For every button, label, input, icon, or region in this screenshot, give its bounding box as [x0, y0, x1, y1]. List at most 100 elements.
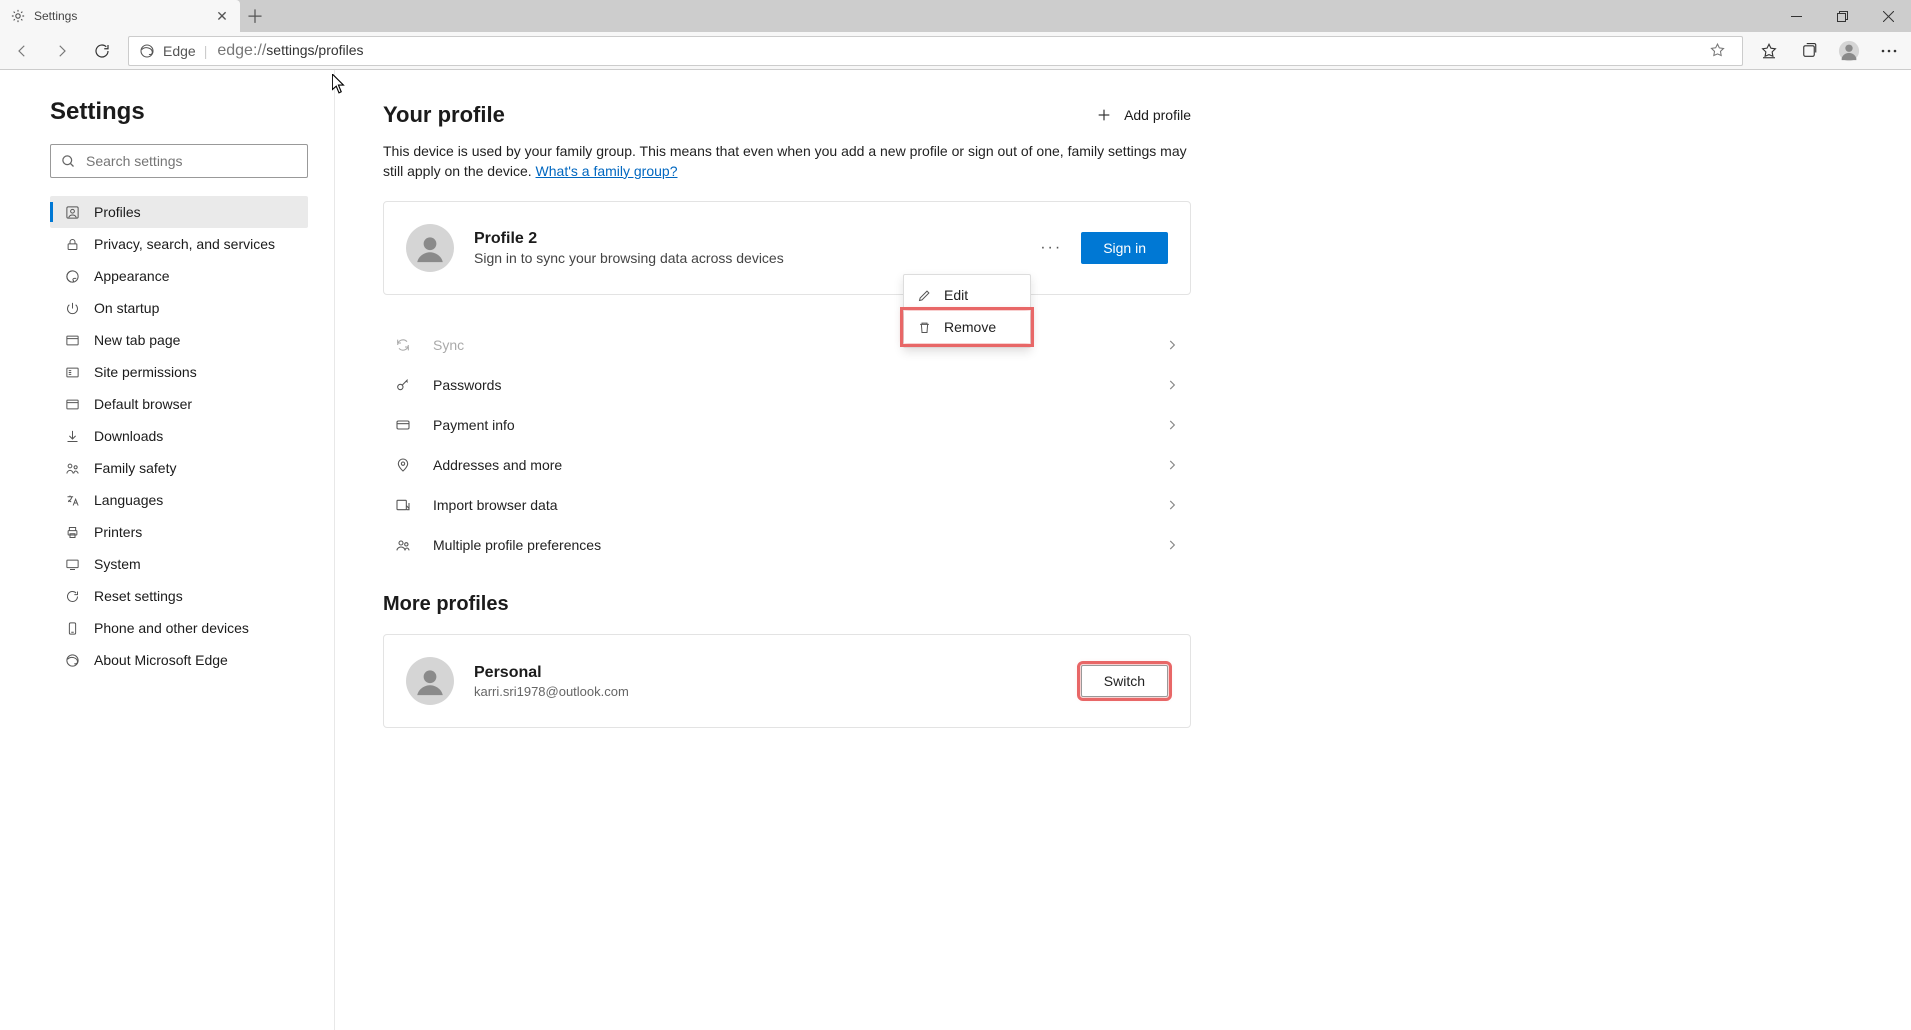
maximize-button[interactable]	[1819, 0, 1865, 32]
sidebar-item-reset[interactable]: Reset settings	[50, 580, 308, 612]
sidebar-item-family[interactable]: Family safety	[50, 452, 308, 484]
sidebar-item-label: Profiles	[94, 204, 141, 220]
family-icon	[64, 460, 80, 476]
settings-search-box[interactable]	[50, 144, 308, 178]
avatar	[406, 224, 454, 272]
sidebar-item-label: New tab page	[94, 332, 180, 348]
sidebar-item-label: Appearance	[94, 268, 170, 284]
payment-row[interactable]: Payment info	[383, 405, 1191, 445]
sidebar-item-languages[interactable]: Languages	[50, 484, 308, 516]
profile-avatar-button[interactable]	[1831, 33, 1867, 69]
toolbar: Edge | edge://settings/profiles	[0, 32, 1911, 70]
addresses-row[interactable]: Addresses and more	[383, 445, 1191, 485]
reset-icon	[64, 588, 80, 604]
profile-context-menu: Edit Remove	[903, 274, 1031, 348]
new-tab-button[interactable]: ＋	[240, 0, 270, 32]
plus-icon	[1096, 107, 1112, 123]
app-menu-button[interactable]	[1871, 33, 1907, 69]
profile-more-button[interactable]: ···	[1035, 232, 1067, 264]
settings-heading: Settings	[50, 98, 334, 126]
address-bar[interactable]: Edge | edge://settings/profiles	[128, 36, 1743, 66]
personal-profile-card: Personal karri.sri1978@outlook.com Switc…	[383, 634, 1191, 728]
page-description: This device is used by your family group…	[383, 142, 1191, 181]
key-icon	[395, 377, 411, 393]
sidebar-item-privacy[interactable]: Privacy, search, and services	[50, 228, 308, 260]
tab-title: Settings	[34, 9, 206, 23]
row-label: Payment info	[433, 417, 1143, 433]
gear-icon	[10, 8, 26, 24]
sidebar-item-startup[interactable]: On startup	[50, 292, 308, 324]
sidebar-item-label: On startup	[94, 300, 159, 316]
sidebar-item-label: Languages	[94, 492, 163, 508]
close-tab-button[interactable]: ✕	[214, 8, 230, 24]
sidebar-item-printers[interactable]: Printers	[50, 516, 308, 548]
chevron-right-icon	[1165, 378, 1179, 392]
multiprofile-row[interactable]: Multiple profile preferences	[383, 525, 1191, 565]
edge-icon	[139, 43, 155, 59]
sidebar-item-newtab[interactable]: New tab page	[50, 324, 308, 356]
sidebar-item-label: About Microsoft Edge	[94, 652, 228, 668]
row-label: Sync	[433, 337, 1143, 353]
chevron-right-icon	[1165, 498, 1179, 512]
sidebar-item-defaultbrowser[interactable]: Default browser	[50, 388, 308, 420]
back-button[interactable]	[4, 33, 40, 69]
page-title: Your profile	[383, 102, 505, 128]
close-window-button[interactable]	[1865, 0, 1911, 32]
profile-subtitle: Sign in to sync your browsing data acros…	[474, 250, 1015, 266]
ctx-remove[interactable]: Remove	[904, 311, 1030, 343]
sidebar-item-label: Printers	[94, 524, 142, 540]
lock-icon	[64, 236, 80, 252]
import-icon	[395, 497, 411, 513]
sidebar-item-label: Site permissions	[94, 364, 197, 380]
sidebar-item-phone[interactable]: Phone and other devices	[50, 612, 308, 644]
sidebar-item-label: Default browser	[94, 396, 192, 412]
settings-sidebar: Settings Profiles Privacy, search, and s…	[0, 70, 335, 1030]
sidebar-item-profiles[interactable]: Profiles	[50, 196, 308, 228]
chevron-right-icon	[1165, 538, 1179, 552]
trash-icon	[916, 320, 932, 335]
settings-search-input[interactable]	[86, 153, 297, 169]
collections-button[interactable]	[1791, 33, 1827, 69]
newtab-icon	[64, 332, 80, 348]
sidebar-item-label: Downloads	[94, 428, 163, 444]
row-label: Import browser data	[433, 497, 1143, 513]
add-profile-button[interactable]: Add profile	[1096, 107, 1191, 123]
favorite-star-icon[interactable]	[1702, 42, 1732, 59]
printer-icon	[64, 524, 80, 540]
site-identity: Edge |	[139, 43, 207, 59]
forward-button[interactable]	[44, 33, 80, 69]
sidebar-item-system[interactable]: System	[50, 548, 308, 580]
browser-tab[interactable]: Settings ✕	[0, 0, 240, 32]
sync-icon	[395, 337, 411, 353]
pencil-icon	[916, 288, 932, 303]
row-label: Addresses and more	[433, 457, 1143, 473]
sign-in-button[interactable]: Sign in	[1081, 232, 1168, 264]
passwords-row[interactable]: Passwords	[383, 365, 1191, 405]
people-icon	[395, 537, 411, 553]
system-icon	[64, 556, 80, 572]
sidebar-item-label: Phone and other devices	[94, 620, 249, 636]
sidebar-item-permissions[interactable]: Site permissions	[50, 356, 308, 388]
avatar	[406, 657, 454, 705]
title-bar: Settings ✕ ＋	[0, 0, 1911, 32]
chevron-right-icon	[1165, 458, 1179, 472]
sidebar-item-downloads[interactable]: Downloads	[50, 420, 308, 452]
minimize-button[interactable]	[1773, 0, 1819, 32]
search-icon	[61, 154, 76, 169]
chevron-right-icon	[1165, 338, 1179, 352]
download-icon	[64, 428, 80, 444]
sidebar-item-about[interactable]: About Microsoft Edge	[50, 644, 308, 676]
favorites-button[interactable]	[1751, 33, 1787, 69]
sidebar-item-label: Family safety	[94, 460, 176, 476]
refresh-button[interactable]	[84, 33, 120, 69]
sidebar-item-label: Reset settings	[94, 588, 183, 604]
family-group-link[interactable]: What's a family group?	[536, 163, 678, 179]
more-profiles-title: More profiles	[383, 593, 1191, 616]
sidebar-item-label: System	[94, 556, 141, 572]
sidebar-item-appearance[interactable]: Appearance	[50, 260, 308, 292]
personal-profile-name: Personal	[474, 664, 1061, 682]
chevron-right-icon	[1165, 418, 1179, 432]
import-row[interactable]: Import browser data	[383, 485, 1191, 525]
ctx-edit[interactable]: Edit	[904, 279, 1030, 311]
switch-button[interactable]: Switch	[1081, 665, 1168, 697]
